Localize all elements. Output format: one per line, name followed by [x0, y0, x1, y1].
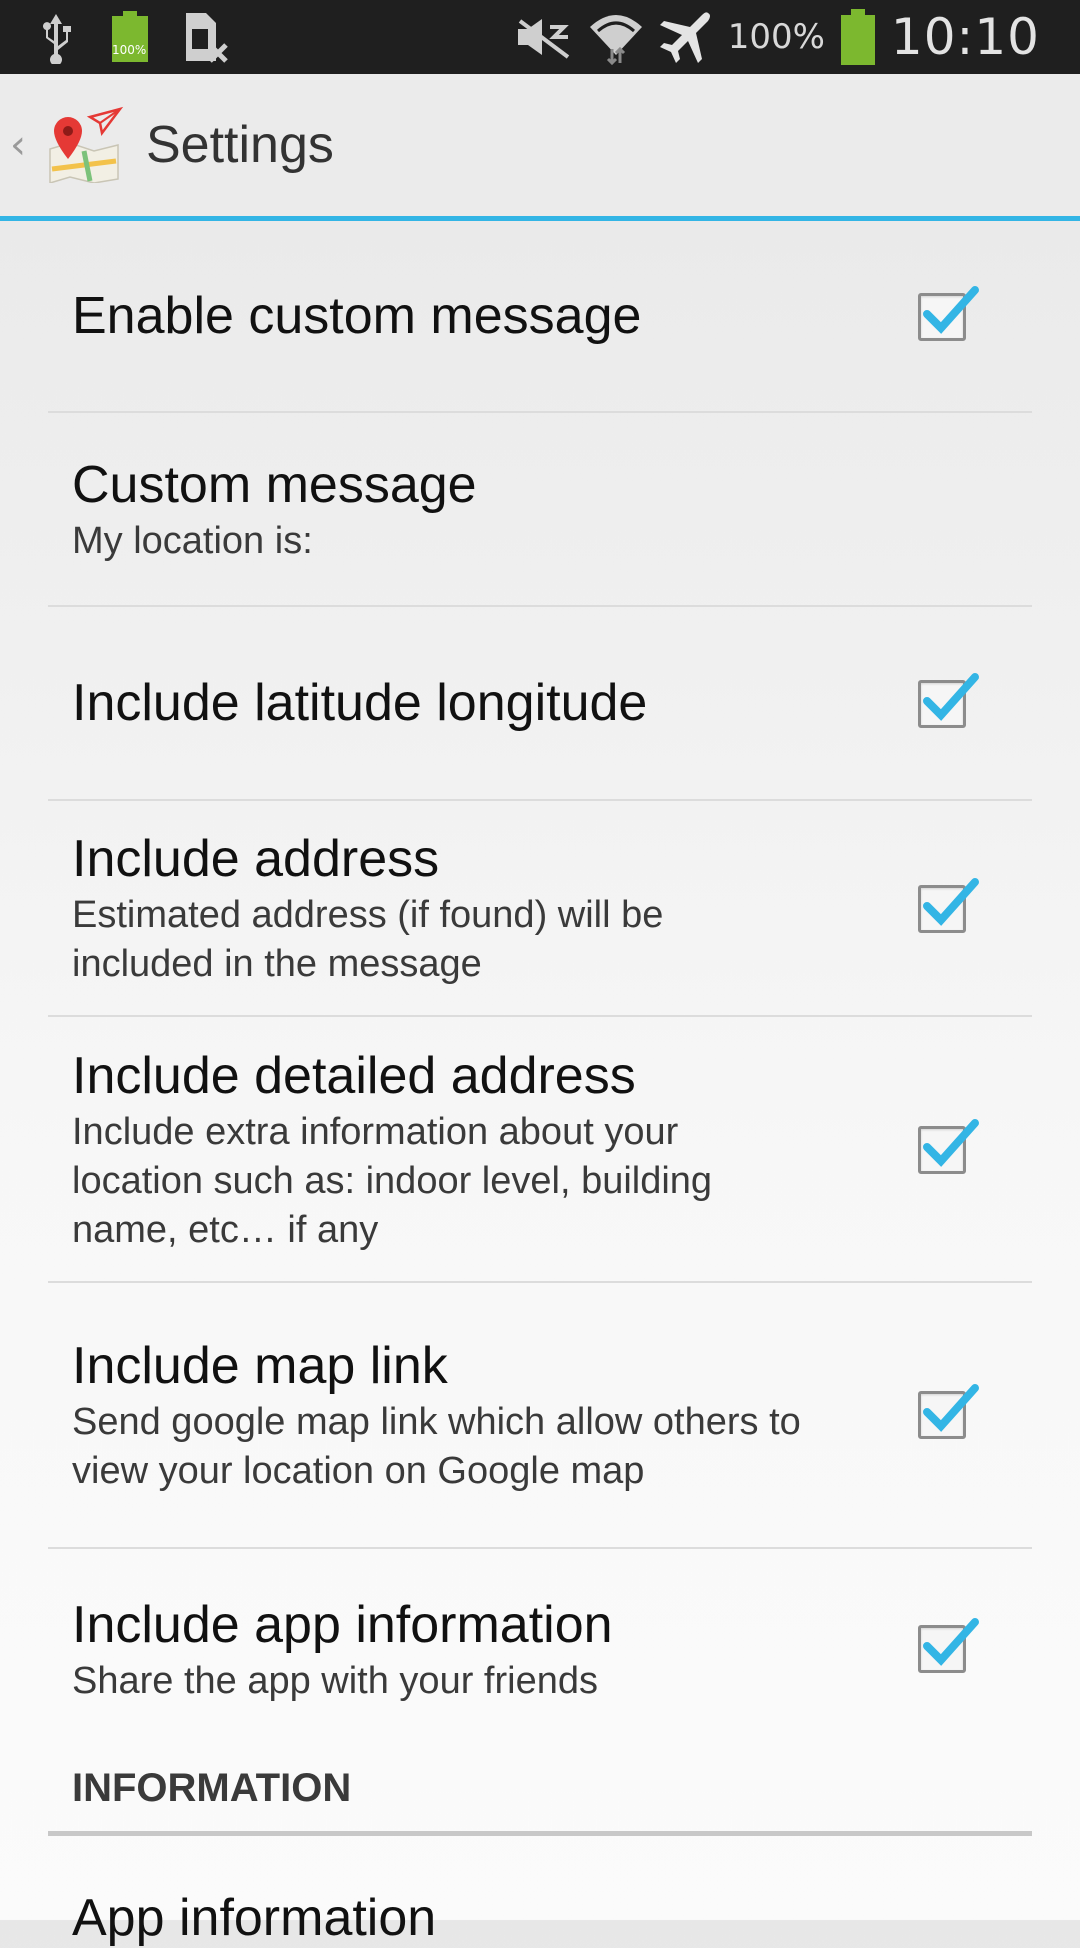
pref-summary: My location is:	[72, 519, 313, 562]
check-icon	[923, 1119, 979, 1167]
app-icon[interactable]	[36, 103, 146, 187]
include-address-checkbox[interactable]	[918, 878, 979, 933]
pref-title: Include app information	[72, 1595, 613, 1654]
airplane-icon	[658, 9, 714, 65]
battery-small-label: 100%	[112, 43, 147, 57]
pref-title: Include latitude longitude	[72, 674, 648, 732]
pref-include-lat-long[interactable]: Include latitude longitude	[48, 607, 1032, 801]
check-icon	[923, 1384, 979, 1432]
pref-include-app-information[interactable]: Include app information Share the app wi…	[48, 1549, 1032, 1749]
clock: 10:10	[890, 8, 1040, 66]
pref-app-information[interactable]: App information	[72, 1888, 436, 1948]
check-icon	[923, 1618, 979, 1666]
pref-summary: Estimated address (if found) will be inc…	[72, 894, 664, 985]
pref-include-map-link[interactable]: Include map link Send google map link wh…	[48, 1283, 1032, 1549]
pref-include-address[interactable]: Include address Estimated address (if fo…	[48, 801, 1032, 1017]
section-header-information: INFORMATION	[48, 1762, 1032, 1836]
pref-summary: Share the app with your friends	[72, 1659, 598, 1702]
enable-custom-message-checkbox[interactable]	[918, 286, 979, 341]
pref-title: Include detailed address	[72, 1046, 636, 1105]
pref-summary: Send google map link which allow others …	[72, 1401, 801, 1492]
wifi-icon	[588, 9, 644, 65]
check-icon	[923, 673, 979, 721]
include-app-information-checkbox[interactable]	[918, 1618, 979, 1673]
action-bar: ‹ Settings	[0, 74, 1080, 221]
pref-summary: Include extra information about your loc…	[72, 1110, 713, 1251]
section-header-label: INFORMATION	[72, 1766, 352, 1810]
battery-percentage: 100%	[727, 17, 825, 57]
check-icon	[923, 286, 979, 334]
pref-custom-message[interactable]: Custom message My location is:	[48, 413, 1032, 607]
page-title: Settings	[146, 116, 334, 174]
pref-title: Include address	[72, 830, 440, 888]
pref-title: Enable custom message	[72, 287, 642, 345]
usb-icon	[36, 9, 76, 65]
map-pin-plane-icon	[49, 106, 124, 185]
battery-full-icon: 100%	[110, 9, 150, 65]
pref-title: Custom message	[72, 455, 477, 514]
mute-icon	[514, 9, 574, 65]
preferences-list: Enable custom message Custom message My …	[48, 221, 1032, 1749]
pref-include-detailed-address[interactable]: Include detailed address Include extra i…	[48, 1017, 1032, 1283]
sim-error-icon	[184, 9, 228, 65]
back-caret-icon[interactable]: ‹	[10, 122, 36, 168]
status-bar: 100% 100% 10:10	[0, 0, 1080, 74]
pref-enable-custom-message[interactable]: Enable custom message	[48, 221, 1032, 413]
pref-title: Include map link	[72, 1337, 448, 1395]
include-detailed-address-checkbox[interactable]	[918, 1119, 979, 1174]
battery-icon	[839, 9, 877, 65]
include-lat-long-checkbox[interactable]	[918, 673, 979, 728]
include-map-link-checkbox[interactable]	[918, 1384, 979, 1439]
check-icon	[923, 878, 979, 926]
